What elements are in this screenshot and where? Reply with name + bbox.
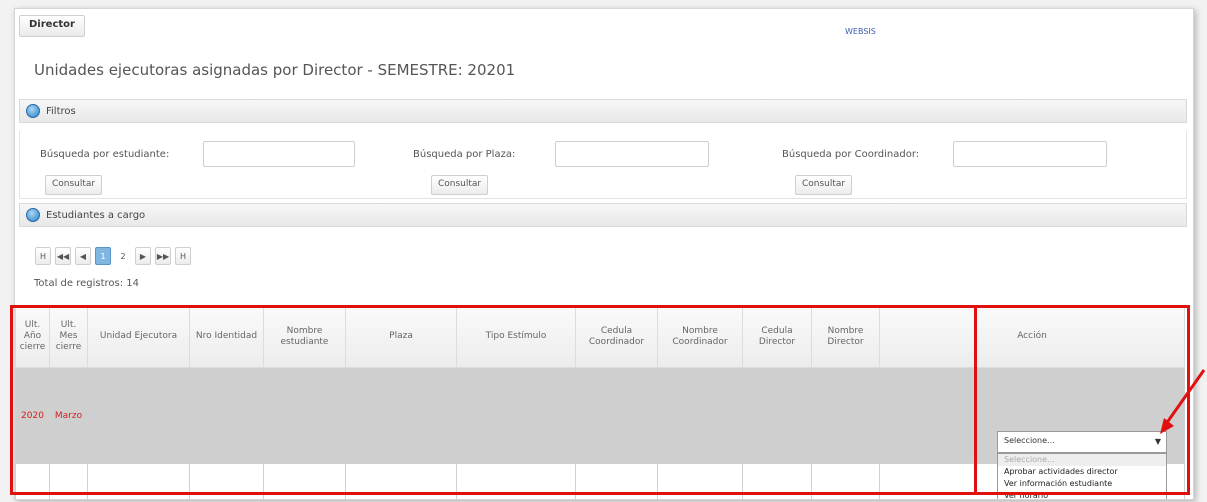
director-tab[interactable]: Director (19, 15, 85, 37)
page-title: Unidades ejecutoras asignadas por Direct… (34, 61, 516, 79)
websis-link[interactable]: WEBSIS (845, 27, 876, 36)
total-records: Total de registros: 14 (34, 278, 140, 289)
prev-pages-button[interactable]: ◀◀ (55, 247, 71, 265)
expand-icon (26, 104, 40, 118)
coordinator-search-label: Búsqueda por Coordinador: (782, 149, 920, 160)
prev-button[interactable]: ◀ (75, 247, 91, 265)
consult-student-button[interactable]: Consultar (45, 175, 103, 195)
students-label: Estudiantes a cargo (46, 209, 146, 221)
next-pages-button[interactable]: ▶▶ (155, 247, 171, 265)
next-button[interactable]: ▶ (135, 247, 151, 265)
filters-header[interactable]: Filtros (19, 99, 1187, 123)
consult-plaza-button[interactable]: Consultar (431, 175, 489, 195)
plaza-search-label: Búsqueda por Plaza: (413, 149, 516, 160)
page-1-button[interactable]: 1 (95, 247, 111, 265)
pagination: H ◀◀ ◀ 1 2 ▶ ▶▶ H (35, 247, 191, 265)
consult-coordinator-button[interactable]: Consultar (795, 175, 853, 195)
coordinator-search-input[interactable] (953, 141, 1107, 167)
arrow-icon (1160, 369, 1206, 434)
first-page-button[interactable]: H (35, 247, 51, 265)
filters-label: Filtros (46, 105, 76, 117)
students-header[interactable]: Estudiantes a cargo (19, 203, 1187, 227)
student-search-input[interactable] (203, 141, 355, 167)
last-page-button[interactable]: H (175, 247, 191, 265)
expand-icon (26, 208, 40, 222)
plaza-search-input[interactable] (555, 141, 709, 167)
student-search-label: Búsqueda por estudiante: (40, 149, 170, 160)
filters-panel: Búsqueda por estudiante: Consultar Búsqu… (19, 131, 1187, 199)
page-2-button[interactable]: 2 (115, 247, 131, 265)
